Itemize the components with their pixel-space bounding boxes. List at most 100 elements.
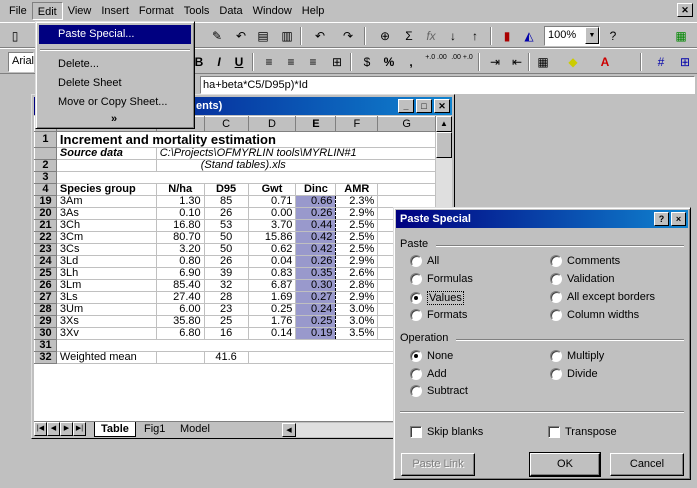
cell[interactable]: 3Cm (56, 231, 157, 244)
align-right-icon[interactable]: ≡ (304, 53, 322, 71)
radio-values[interactable] (410, 292, 422, 304)
cell[interactable]: 80.70 (156, 231, 205, 244)
cell[interactable]: 0.27 (295, 291, 337, 304)
cell[interactable]: 3.20 (156, 243, 205, 256)
cell[interactable]: 26 (204, 207, 249, 220)
paste-option-column-widths[interactable]: Column widths (550, 309, 639, 321)
grid-icon[interactable]: # (652, 53, 670, 71)
cell[interactable]: 0.19 (295, 327, 337, 340)
paste-link-button[interactable]: Paste Link (401, 453, 475, 476)
header-cell[interactable]: Species group (56, 183, 157, 196)
fill-color-icon[interactable]: ◆ (564, 53, 582, 71)
formula-input[interactable]: ha+beta*C5/D95p)*Id (200, 76, 695, 94)
row-header[interactable]: 21 (34, 219, 57, 232)
header-cell[interactable]: D95 (204, 183, 249, 196)
toolbar-extra-icon[interactable]: ▦ (668, 27, 694, 45)
decrease-decimal-button[interactable]: .00 +.0 (450, 53, 474, 71)
increase-decimal-button[interactable]: +.0 .00 (424, 53, 448, 71)
close-icon[interactable]: × (671, 212, 686, 226)
cell[interactable]: 2.5% (335, 219, 379, 232)
function-icon[interactable]: fx (422, 27, 440, 45)
app-close-button[interactable]: ✕ (677, 3, 693, 17)
new-file-icon[interactable]: ▯ (6, 27, 24, 45)
menu-file[interactable]: File (4, 2, 32, 20)
cell[interactable]: 0.10 (156, 207, 205, 220)
outdent-icon[interactable]: ⇤ (508, 53, 526, 71)
header-cell[interactable]: N/ha (156, 183, 205, 196)
checkbox-transpose[interactable] (548, 426, 560, 438)
zoom-select[interactable]: 100% ▼ (544, 26, 600, 46)
cell[interactable]: 32 (204, 279, 249, 292)
header-cell[interactable]: Dinc (295, 183, 337, 196)
cell[interactable]: 3Lh (56, 267, 157, 280)
cell[interactable]: 3Am (56, 195, 157, 208)
row-header[interactable]: 3 (34, 171, 57, 184)
drawing-icon[interactable]: ◭ (520, 27, 538, 45)
cell[interactable]: 0.25 (295, 315, 337, 328)
row-header[interactable]: 22 (34, 231, 57, 244)
cell[interactable]: 2.8% (335, 279, 379, 292)
row-header[interactable]: 23 (34, 243, 57, 256)
radio-add[interactable] (410, 368, 422, 380)
radio-all-except-borders[interactable] (550, 291, 562, 303)
paste-option-values[interactable]: Values (410, 291, 464, 305)
header-cell[interactable]: AMR (335, 183, 379, 196)
operation-option-subtract[interactable]: Subtract (410, 385, 468, 397)
column-header[interactable]: C (203, 116, 249, 132)
merge-center-icon[interactable]: ⊞ (328, 53, 346, 71)
menu-help[interactable]: Help (297, 2, 330, 20)
cell[interactable]: 2.9% (335, 255, 379, 268)
operation-option-multiply[interactable]: Multiply (550, 350, 604, 362)
cell[interactable]: 0.24 (295, 303, 337, 316)
indent-icon[interactable]: ⇥ (486, 53, 504, 71)
scroll-left-icon[interactable]: ◀ (282, 423, 296, 437)
cell[interactable]: 6.80 (156, 327, 205, 340)
row-header[interactable]: 26 (34, 279, 57, 292)
last-sheet-icon[interactable]: ▶| (73, 422, 86, 436)
cell[interactable]: 85.40 (156, 279, 205, 292)
cell[interactable]: 6.90 (156, 267, 205, 280)
cell[interactable]: 0.00 (248, 207, 297, 220)
sort-ascending-icon[interactable]: ↓ (444, 27, 462, 45)
source-label-cell[interactable]: Source data (56, 147, 157, 160)
row-header[interactable]: 19 (34, 195, 57, 208)
cell[interactable]: 0.14 (248, 327, 297, 340)
cell[interactable]: 28 (204, 291, 249, 304)
menu-item-delete-sheet[interactable]: Delete Sheet (39, 74, 191, 93)
menu-item-delete[interactable]: Delete... (39, 55, 191, 74)
cell[interactable]: 0.42 (295, 231, 337, 244)
sheet-title-cell[interactable]: Increment and mortality estimation (56, 131, 436, 148)
cell[interactable]: 0.04 (248, 255, 297, 268)
cell[interactable]: 3Ls (56, 291, 157, 304)
cell[interactable]: 25 (204, 315, 249, 328)
hyperlink-icon[interactable]: ⊕ (376, 27, 394, 45)
row-header[interactable]: 31 (34, 339, 57, 352)
cell[interactable]: 3.0% (335, 315, 379, 328)
radio-formulas[interactable] (410, 273, 422, 285)
ok-button[interactable]: OK (529, 452, 601, 477)
underline-button[interactable]: U (230, 53, 248, 71)
row-header[interactable] (34, 147, 57, 160)
cell[interactable]: 3Xs (56, 315, 157, 328)
align-left-icon[interactable]: ≡ (260, 53, 278, 71)
cell[interactable]: 3Ch (56, 219, 157, 232)
menu-tools[interactable]: Tools (179, 2, 215, 20)
tab-model[interactable]: Model (174, 422, 216, 437)
row-header[interactable]: 4 (34, 183, 57, 196)
radio-formats[interactable] (410, 309, 422, 321)
cell[interactable]: 50 (204, 231, 249, 244)
radio-all[interactable] (410, 255, 422, 267)
cell[interactable]: 3.70 (248, 219, 297, 232)
operation-option-divide[interactable]: Divide (550, 368, 598, 380)
cell[interactable]: 27.40 (156, 291, 205, 304)
source-path-cell[interactable]: C:\Projects\OFMYRLIN tools\MYRLIN#1 (156, 147, 436, 160)
italic-button[interactable]: I (210, 53, 228, 71)
align-center-icon[interactable]: ≡ (282, 53, 300, 71)
column-header[interactable]: G (377, 116, 436, 132)
menu-insert[interactable]: Insert (96, 2, 134, 20)
cell[interactable]: 3Xv (56, 327, 157, 340)
cell[interactable]: 15.86 (248, 231, 297, 244)
cell[interactable]: 26 (204, 255, 249, 268)
cell[interactable]: 0.42 (295, 243, 337, 256)
cell[interactable]: 2.5% (335, 243, 379, 256)
